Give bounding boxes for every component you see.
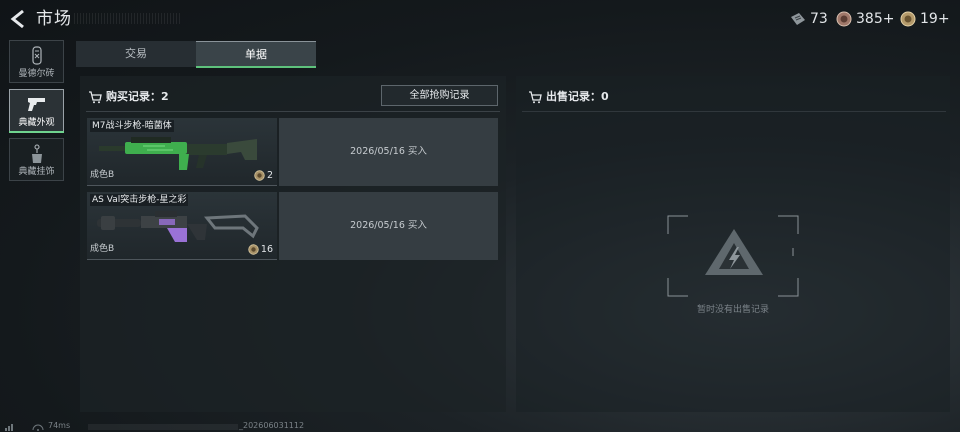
purchase-date: 2026/05/16 买入 <box>279 118 498 186</box>
sell-records-header: 出售记录：0 <box>528 90 609 104</box>
sidebar-item-label: 典藏外观 <box>18 118 55 128</box>
coin-icon <box>248 244 259 255</box>
active-tab-indicator <box>196 66 316 68</box>
tab-orders[interactable]: 单据 <box>196 41 316 67</box>
brick-icon <box>31 46 42 65</box>
charm-icon <box>31 144 42 163</box>
buy-record-row[interactable]: M7战斗步枪-暗菌体 成色B 2 2026/05/16 买入 <box>87 118 498 186</box>
empty-state-text: 暂时没有出售记录 <box>696 305 769 315</box>
divider <box>522 111 946 112</box>
tab-trade[interactable]: 交易 <box>76 41 196 67</box>
ticket-icon <box>791 13 805 25</box>
sidebar-item-collection-skins[interactable]: 典藏外观 <box>9 89 64 133</box>
currency-coin-value: 385+ <box>856 11 895 27</box>
item-quantity: 16 <box>248 244 273 255</box>
sell-records-title: 出售记录：0 <box>546 90 609 103</box>
item-grade: 成色B <box>90 244 115 254</box>
purchase-date: 2026/05/16 买入 <box>279 192 498 260</box>
cart-icon <box>529 91 542 104</box>
item-name: AS Val突击步枪-星之彩 <box>90 194 189 206</box>
coin-icon <box>254 170 265 181</box>
back-arrow-icon[interactable] <box>8 8 30 30</box>
network-signal-icon <box>5 424 44 431</box>
ping-text: 74ms <box>48 421 71 430</box>
sidebar-item-mandel-brick[interactable]: 曼德尔砖 <box>9 40 64 83</box>
item-grade: 成色B <box>90 170 115 180</box>
title-decoration <box>74 13 182 24</box>
item-card: M7战斗步枪-暗菌体 成色B 2 <box>87 118 277 186</box>
currency-gold-coin: 19+ <box>900 10 950 28</box>
item-name: M7战斗步枪-暗菌体 <box>90 120 174 132</box>
rifle-image <box>99 137 257 170</box>
page-title: 市场 <box>36 9 72 29</box>
buy-records-header: 购买记录：2 <box>88 90 169 104</box>
sidebar-item-label: 曼德尔砖 <box>18 69 55 79</box>
status-bar <box>88 424 238 430</box>
sidebar-item-label: 典藏挂饰 <box>18 167 55 177</box>
item-card: AS Val突击步枪-星之彩 成色B 16 <box>87 192 277 260</box>
buy-record-row[interactable]: AS Val突击步枪-星之彩 成色B 16 2026/05/16 买入 <box>87 192 498 260</box>
coin-icon <box>836 11 852 27</box>
currency-gold-coin-value: 19+ <box>920 11 950 27</box>
pistol-icon <box>27 98 45 111</box>
item-quantity-value: 16 <box>260 244 273 255</box>
rifle-image <box>97 211 259 242</box>
divider <box>86 111 500 112</box>
cart-icon <box>89 91 102 104</box>
build-version-text: _202606031112 <box>239 421 305 430</box>
currency-coin: 385+ <box>836 10 894 28</box>
currency-ticket-value: 73 <box>810 11 828 27</box>
sidebar-item-collection-charms[interactable]: 典藏挂饰 <box>9 138 64 181</box>
currency-ticket: 73 <box>790 10 828 28</box>
item-quantity: 2 <box>254 170 273 181</box>
buy-records-title: 购买记录：2 <box>106 90 169 103</box>
all-rush-records-button[interactable]: 全部抢购记录 <box>381 85 498 106</box>
empty-state-logo-icon <box>705 229 763 275</box>
gold-coin-icon <box>900 11 916 27</box>
item-quantity-value: 2 <box>266 170 273 181</box>
